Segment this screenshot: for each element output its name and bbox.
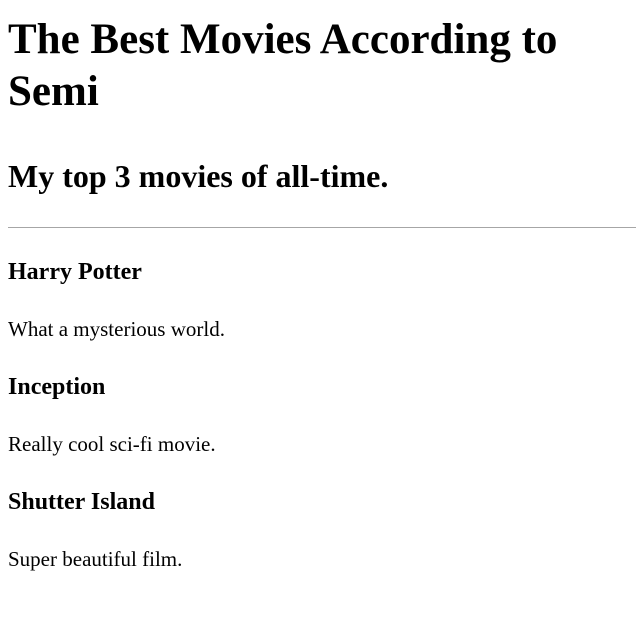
movie-list: Harry Potter What a mysterious world. In… — [8, 258, 636, 571]
movie-item: Shutter Island Super beautiful film. — [8, 488, 636, 571]
page-subtitle: My top 3 movies of all-time. — [8, 158, 389, 194]
movie-title: Inception — [8, 374, 106, 400]
movie-description: Super beautiful film. — [8, 547, 183, 571]
movie-title: Harry Potter — [8, 259, 142, 285]
movie-item: Harry Potter What a mysterious world. — [8, 258, 636, 341]
movie-item: Inception Really cool sci-fi movie. — [8, 373, 636, 456]
movie-description: Really cool sci-fi movie. — [8, 432, 216, 456]
page-content: The Best Movies According to Semi My top… — [8, 14, 636, 571]
page-title: The Best Movies According to Semi — [8, 16, 558, 115]
movie-description: What a mysterious world. — [8, 317, 225, 341]
divider — [8, 227, 636, 228]
movie-title: Shutter Island — [8, 489, 155, 515]
